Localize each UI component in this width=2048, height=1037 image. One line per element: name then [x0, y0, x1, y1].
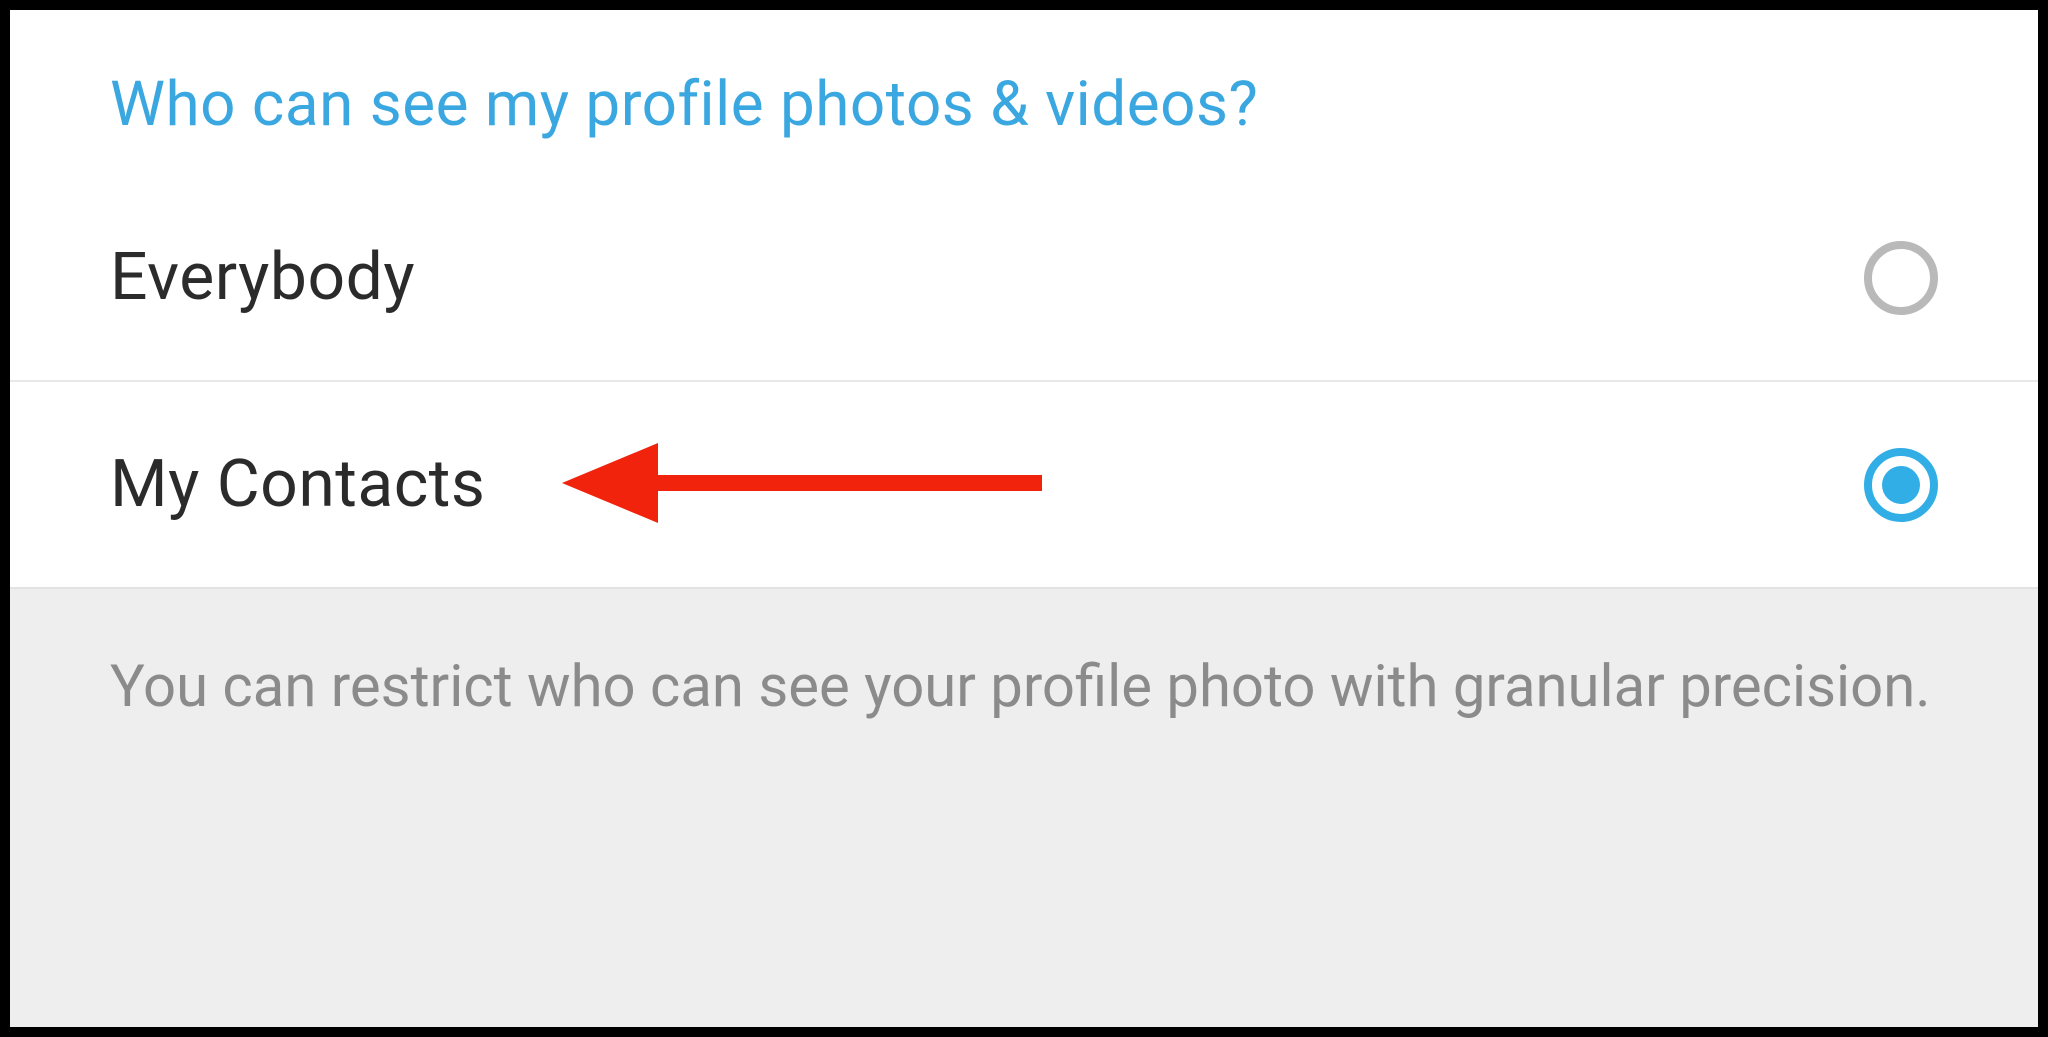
radio-unselected-icon[interactable] [1864, 241, 1938, 315]
option-label: My Contacts [110, 446, 485, 523]
section-footer-text: You can restrict who can see your profil… [10, 587, 2038, 1027]
radio-selected-icon[interactable] [1864, 448, 1938, 522]
settings-panel: Who can see my profile photos & videos? … [0, 0, 2048, 1037]
option-my-contacts[interactable]: My Contacts [10, 380, 2038, 587]
section-title: Who can see my profile photos & videos? [10, 10, 2038, 175]
option-everybody[interactable]: Everybody [10, 175, 2038, 380]
option-label: Everybody [110, 239, 415, 316]
annotation-arrow-icon [562, 428, 1062, 542]
